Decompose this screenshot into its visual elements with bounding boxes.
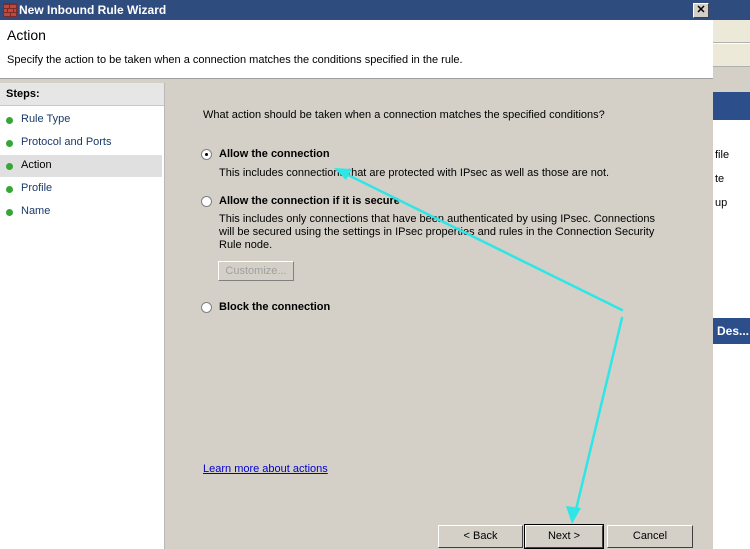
allow-if-secure-label[interactable]: Allow the connection if it is secure [219, 195, 400, 207]
step-label: Action [21, 159, 52, 171]
allow-connection-radio[interactable] [201, 149, 212, 160]
steps-sidebar: Steps: Rule Type Protocol and Ports Acti… [0, 83, 165, 549]
step-label: Name [21, 205, 51, 217]
close-button[interactable]: ✕ [693, 3, 709, 18]
background-toolbar [713, 44, 750, 67]
block-connection-label[interactable]: Block the connection [219, 301, 330, 313]
action-panel: What action should be taken when a conne… [165, 83, 713, 549]
title-bar[interactable]: New Inbound Rule Wizard ✕ [0, 0, 713, 20]
window-title: New Inbound Rule Wizard [19, 3, 167, 17]
background-menubar [713, 20, 750, 43]
step-rule-type[interactable]: Rule Type [0, 109, 162, 131]
step-label: Rule Type [21, 113, 71, 125]
step-label: Profile [21, 182, 53, 194]
step-label: Protocol and Ports [21, 136, 112, 148]
page-header: Action Specify the action to be taken wh… [0, 20, 713, 79]
step-status-icon [6, 140, 13, 147]
background-section-header-des: Des... [713, 318, 750, 344]
allow-connection-label[interactable]: Allow the connection [219, 148, 330, 160]
allow-connection-description: This includes connections that are prote… [219, 167, 610, 179]
step-protocol-and-ports[interactable]: Protocol and Ports [0, 132, 162, 154]
background-section-header [713, 92, 750, 120]
cancel-button[interactable]: Cancel [607, 525, 693, 548]
allow-if-secure-description-line-1: This includes only connections that have… [219, 213, 655, 225]
step-status-icon [6, 163, 13, 170]
steps-heading: Steps: [0, 83, 164, 106]
allow-if-secure-radio[interactable] [201, 196, 212, 207]
page-title: Action [7, 27, 46, 43]
background-item-file: file [715, 149, 730, 161]
page-description: Specify the action to be taken when a co… [7, 54, 463, 66]
step-status-icon [6, 186, 13, 193]
allow-if-secure-description-line-2: will be secured using the settings in IP… [219, 226, 655, 238]
step-status-icon [6, 117, 13, 124]
background-item-up: up [715, 197, 728, 209]
background-window: file te up Des... [712, 0, 750, 549]
firewall-icon [3, 3, 17, 17]
allow-if-secure-description-line-3: Rule node. [219, 239, 273, 251]
background-panel [713, 67, 750, 92]
back-button[interactable]: < Back [438, 525, 523, 548]
step-profile[interactable]: Profile [0, 178, 162, 200]
customize-button[interactable]: Customize... [218, 261, 294, 281]
background-item-te: te [715, 173, 725, 185]
learn-more-link[interactable]: Learn more about actions [203, 463, 328, 475]
action-question: What action should be taken when a conne… [203, 109, 605, 121]
step-action[interactable]: Action [0, 155, 162, 177]
step-name[interactable]: Name [0, 201, 162, 223]
background-titlebar [713, 0, 750, 20]
next-button[interactable]: Next > [524, 524, 604, 549]
block-connection-radio[interactable] [201, 302, 212, 313]
wizard-dialog: New Inbound Rule Wizard ✕ Action Specify… [0, 0, 713, 549]
steps-heading-label: Steps: [6, 88, 40, 100]
step-status-icon [6, 209, 13, 216]
